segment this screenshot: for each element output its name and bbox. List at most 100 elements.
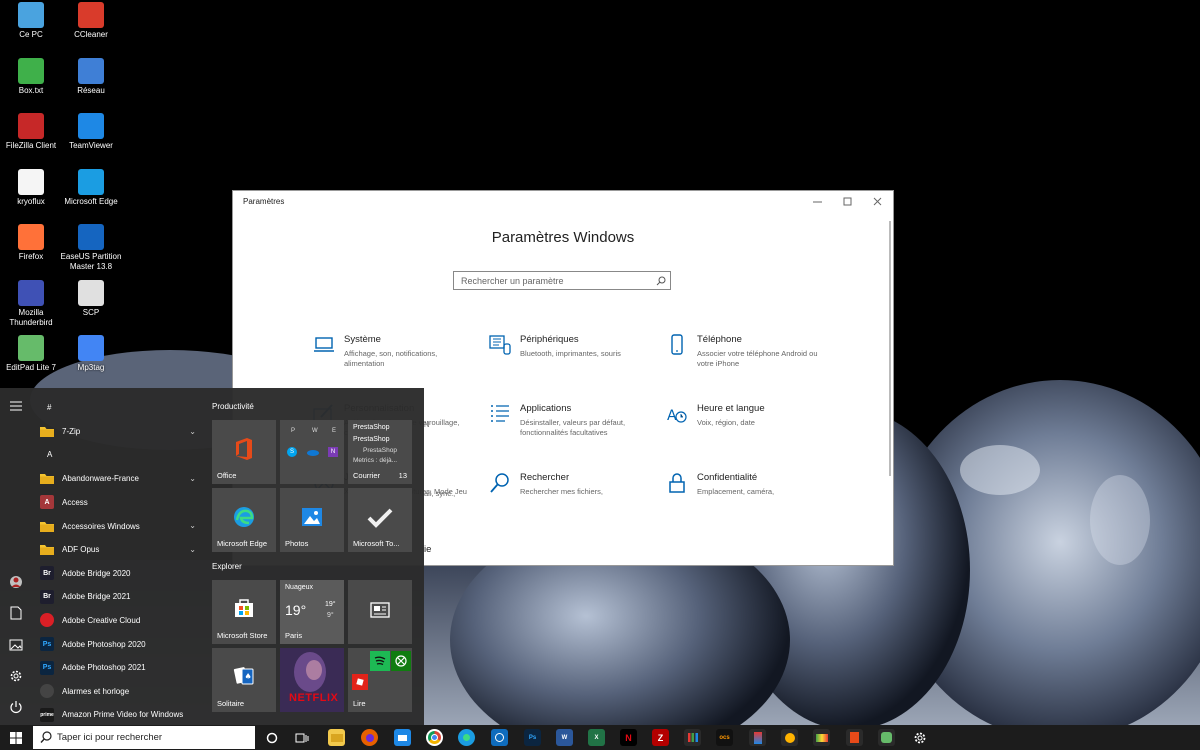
power-icon [10,701,22,714]
taskbar-word[interactable]: W [556,729,573,746]
page-title: Paramètres Windows [491,229,635,246]
app-folder[interactable]: ADF Opus ⌄ [40,540,204,560]
app-list-item[interactable]: Br Adobe Bridge 2020 [40,563,204,583]
weather-low: 9° [327,612,334,619]
mail-preview: PrestaShop [363,447,397,454]
desktop-icon[interactable]: Microsoft Edge [60,168,122,207]
desktop-icon[interactable]: FileZilla Client [0,113,62,151]
desktop-icon[interactable]: kryoflux [0,168,62,207]
app-folder[interactable]: Accessoires Windows ⌄ [40,516,204,536]
desktop-icon[interactable]: EaseUS Partition Master 13.8 [60,224,122,272]
app-folder[interactable]: 7-Zip ⌄ [40,422,204,442]
desktop-icon[interactable]: SCP [60,279,122,318]
news-tile[interactable] [348,580,412,644]
category-name: Heure et langue [697,403,765,414]
office-tile[interactable]: Office [212,420,276,484]
svg-text:♠: ♠ [245,672,252,681]
search-icon [656,276,666,286]
todo-tile[interactable]: Microsoft To... [348,488,412,552]
app-label: Alarmes et horloge [62,686,130,696]
desktop-icon[interactable]: EditPad Lite 7 [0,335,62,373]
taskbar-office[interactable] [846,729,863,746]
search-placeholder: Rechercher un paramètre [461,276,564,286]
desktop-icon[interactable]: Mp3tag [60,335,122,373]
taskbar-ocs[interactable]: ocs [716,729,733,746]
taskbar-app[interactable] [684,729,701,746]
taskbar-filezilla[interactable]: Z [652,729,669,746]
taskbar-app[interactable] [781,729,798,746]
scrollbar[interactable] [889,221,891,476]
editpad-icon [881,732,892,743]
taskbar-file-explorer[interactable] [328,729,345,746]
play-tile[interactable]: Lire [348,648,412,712]
taskbar-chrome[interactable] [426,729,443,746]
tile-label: Photos [285,539,309,548]
category-name: Confidentialité [697,472,758,483]
bars-icon [687,733,698,742]
task-view-icon [295,733,308,742]
desktop-icon[interactable]: Firefox [0,224,62,262]
app-list-letter-header[interactable]: A [47,450,52,459]
close-icon [873,197,882,206]
desktop-icon[interactable]: Ce PC [0,2,62,40]
power-button[interactable] [8,699,24,715]
netflix-tile[interactable]: NETFLIX [280,648,344,712]
photos-tile[interactable]: Photos [280,488,344,552]
taskbar-app[interactable] [749,729,766,746]
category-name: Rechercher [520,472,570,483]
close-button[interactable] [863,191,893,213]
desktop-icon[interactable]: Mozilla Thunderbird [0,279,62,328]
app-list-item[interactable]: Ps Adobe Photoshop 2020 [40,634,204,654]
desktop-icon-label: Firefox [18,252,44,261]
window-title: Paramètres [243,197,285,206]
taskbar-photoshop[interactable]: Ps [524,729,541,746]
mail-tile[interactable]: PrestaShop PrestaShop PrestaShop Metrics… [348,420,412,484]
desktop-icon[interactable]: CCleaner [60,2,122,40]
taskbar-edge[interactable] [458,729,475,746]
office-apps-tile[interactable]: P W E S N [280,420,344,484]
devices-icon [489,335,511,355]
settings-rail-button[interactable] [8,668,24,684]
taskbar-settings[interactable] [911,729,928,746]
settings-titlebar[interactable]: Paramètres [233,191,893,213]
documents-button[interactable] [8,605,24,621]
taskbar-outlook[interactable] [491,729,508,746]
settings-search-input[interactable]: Rechercher un paramètre [453,271,671,290]
hamburger-menu-button[interactable] [8,398,24,414]
folder-icon [40,425,54,439]
minimize-button[interactable] [803,191,833,213]
maximize-button[interactable] [833,191,863,213]
desktop-icon[interactable]: Box.txt [0,57,62,96]
teamviewer-icon [78,113,104,139]
solitaire-tile[interactable]: ♠ Solitaire [212,648,276,712]
app-list-item[interactable]: A Access [40,492,204,512]
desktop-icon[interactable]: Réseau [60,57,122,96]
user-avatar-button[interactable] [8,574,24,590]
java-icon [18,168,44,195]
app-list-item[interactable]: Ps Adobe Photoshop 2021 [40,658,204,678]
edge-tile[interactable]: Microsoft Edge [212,488,276,552]
taskbar-netflix[interactable]: N [620,729,637,746]
desktop-icon[interactable]: TeamViewer [60,113,122,151]
taskbar-excel[interactable]: X [588,729,605,746]
app-folder[interactable]: Abandonware-France ⌄ [40,469,204,489]
task-view-button[interactable] [293,729,310,746]
taskbar-thunderbird[interactable] [394,729,411,746]
weather-tile[interactable]: Nuageux 19° 19° 9° Paris [280,580,344,644]
app-list-item[interactable]: Alarmes et horloge [40,681,204,701]
taskbar-app[interactable] [813,729,830,746]
tile-label: Microsoft To... [353,539,400,548]
prime-video-icon: prime [40,707,54,722]
taskbar-search-box[interactable]: Taper ici pour rechercher [33,726,255,749]
store-tile[interactable]: Microsoft Store [212,580,276,644]
app-list-item[interactable]: Adobe Creative Cloud [40,610,204,630]
app-list-item[interactable]: prime Amazon Prime Video for Windows [40,705,204,725]
app-list-letter-header[interactable]: # [47,403,51,412]
pictures-button[interactable] [8,637,24,653]
app-list-item[interactable]: Br Adobe Bridge 2021 [40,587,204,607]
cortana-button[interactable] [263,729,280,746]
tile-label: Lire [353,699,366,708]
start-button[interactable] [0,725,32,750]
taskbar-firefox[interactable] [361,729,378,746]
taskbar-editpad[interactable] [878,729,895,746]
